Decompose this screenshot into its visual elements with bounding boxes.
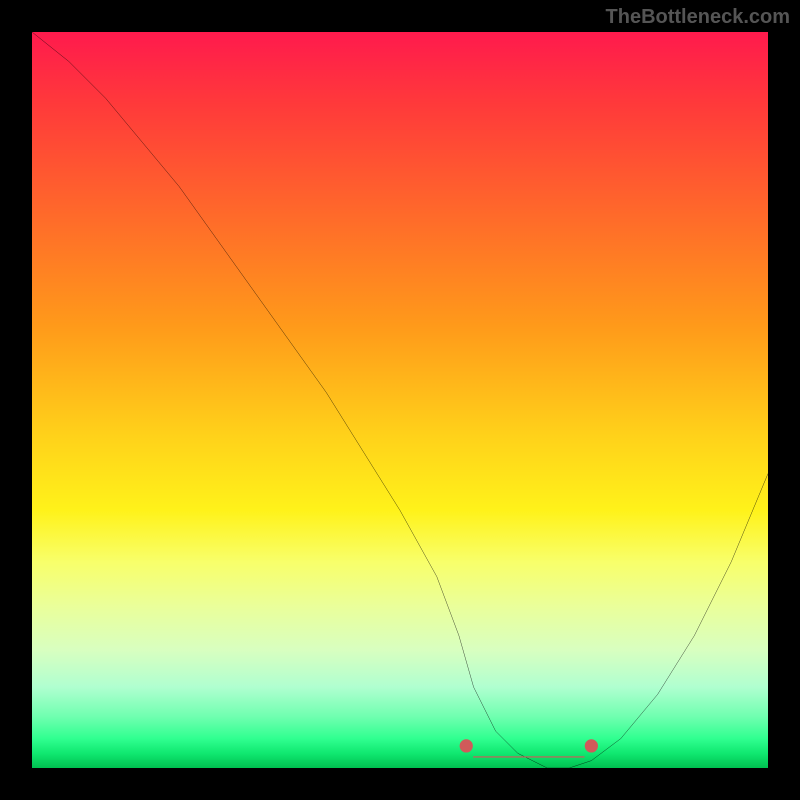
flat-end-dot [585,739,598,752]
plot-area [32,32,768,768]
watermark-text: TheBottleneck.com [606,6,790,29]
flat-start-dot [460,739,473,752]
curve-svg [32,32,768,768]
chart-container: TheBottleneck.com [0,0,800,800]
bottleneck-curve-path [32,32,768,768]
